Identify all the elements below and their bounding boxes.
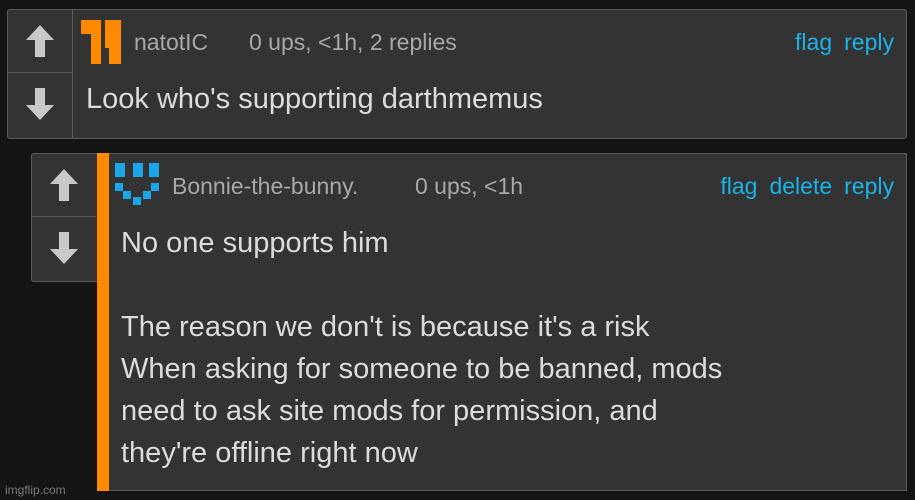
reply-button[interactable]: reply <box>844 173 894 200</box>
comment-text: No one supports him The reason we don't … <box>121 227 723 469</box>
reply-upvote-button[interactable] <box>32 154 96 217</box>
reply-downvote-button[interactable] <box>32 217 96 279</box>
comment-natotic: natotIC 0 ups, <1h, 2 replies flag reply… <box>7 9 907 139</box>
comment-text: Look who's supporting darthmemus <box>86 83 543 115</box>
comment-actions: flag reply <box>795 29 894 56</box>
flag-button[interactable]: flag <box>795 29 832 56</box>
watermark: imgflip.com <box>5 483 66 497</box>
down-arrow-icon <box>50 232 78 264</box>
username-link[interactable]: natotIC <box>134 29 208 56</box>
avatar[interactable] <box>79 20 123 64</box>
reply-button[interactable]: reply <box>844 29 894 56</box>
up-arrow-icon <box>26 25 54 57</box>
reply-vote-column <box>31 153 97 282</box>
comment-bonnie: Bonnie-the-bunny. 0 ups, <1h flag delete… <box>109 153 907 491</box>
upvote-button[interactable] <box>8 10 72 73</box>
username-link[interactable]: Bonnie-the-bunny. <box>172 173 358 200</box>
delete-button[interactable]: delete <box>769 173 832 200</box>
avatar[interactable] <box>115 163 159 207</box>
flag-button[interactable]: flag <box>720 173 757 200</box>
comment-meta: 0 ups, <1h, 2 replies <box>249 29 457 55</box>
up-arrow-icon <box>50 169 78 201</box>
down-arrow-icon <box>26 88 54 120</box>
vote-column <box>8 10 73 138</box>
reply-indicator-bar <box>97 153 109 491</box>
downvote-button[interactable] <box>8 73 72 135</box>
comment-meta: 0 ups, <1h <box>415 173 524 199</box>
comment-actions: flag delete reply <box>720 173 894 200</box>
